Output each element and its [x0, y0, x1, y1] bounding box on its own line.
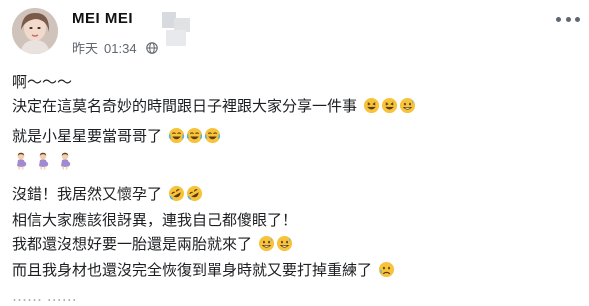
post-time[interactable]: 01:34	[104, 41, 137, 56]
post-line-1: 啊～～～	[12, 73, 73, 91]
grinning-sweat-emoji	[276, 235, 293, 257]
pregnant-woman-emoji	[57, 152, 73, 175]
tears-of-joy-emoji	[204, 127, 221, 149]
laughing-emoji	[363, 97, 380, 119]
post-line-3: 就是小星星要當哥哥了	[12, 126, 221, 149]
post-line-5: 沒錯！我居然又懷孕了	[12, 184, 203, 207]
post-line-2: 決定在這莫名奇妙的時間跟日子裡跟大家分享一件事	[12, 96, 416, 119]
avatar-photo	[12, 8, 58, 54]
grinning-sweat-emoji	[399, 97, 416, 119]
post-line-6: 相信大家應該很訝異，連我自己都傻眼了！	[12, 211, 298, 229]
post-line-8: 而且我身材也還沒完全恢復到單身時就又要打掉重練了	[12, 260, 395, 283]
post-line-9: …… ……	[12, 287, 77, 305]
post-line-7: 我都還沒想好要一胎還是兩胎就來了	[12, 234, 293, 257]
tears-of-joy-emoji	[168, 127, 185, 149]
redaction-blur	[162, 12, 190, 46]
post-line-4	[12, 152, 73, 175]
globe-icon	[146, 42, 158, 57]
post-date[interactable]: 昨天	[72, 41, 98, 56]
tears-of-joy-emoji	[186, 127, 203, 149]
laughing-emoji	[381, 97, 398, 119]
pregnant-woman-emoji	[13, 152, 29, 175]
author-name[interactable]: MEI MEI	[72, 10, 133, 27]
avatar[interactable]	[12, 8, 58, 54]
pregnant-woman-emoji	[35, 152, 51, 175]
sad-emoji	[378, 261, 395, 283]
grinning-sweat-emoji	[258, 235, 275, 257]
rolling-laugh-emoji	[186, 185, 203, 207]
post-meta: 昨天 01:34	[72, 38, 158, 57]
more-options-icon[interactable]	[556, 14, 580, 24]
rolling-laugh-emoji	[168, 185, 185, 207]
